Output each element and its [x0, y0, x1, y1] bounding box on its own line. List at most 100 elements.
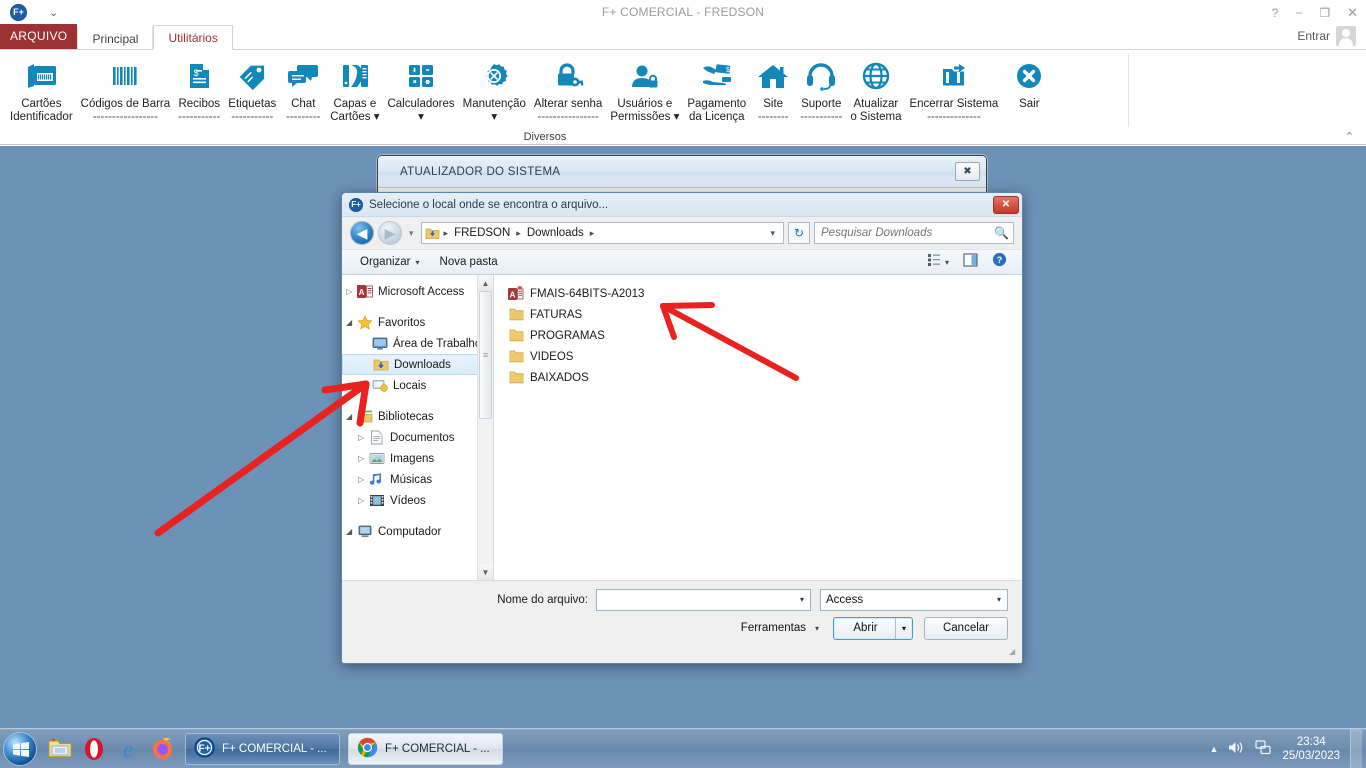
- taskbar-button-chrome[interactable]: F+ COMERCIAL - ...: [348, 732, 503, 765]
- sign-in-link[interactable]: Entrar: [1297, 29, 1330, 43]
- scroll-down-icon[interactable]: ▼: [478, 564, 493, 580]
- close-icon[interactable]: ✕: [1347, 5, 1358, 21]
- ribbon-label-line2: ▾: [491, 111, 498, 123]
- resize-grip[interactable]: ◢: [1009, 647, 1019, 657]
- filetype-select[interactable]: Access ▾: [820, 588, 1008, 611]
- file-list-item[interactable]: VIDEOS: [504, 346, 1022, 367]
- chevron-right-icon[interactable]: ▷: [358, 433, 369, 442]
- breadcrumb-fredson[interactable]: FREDSON: [452, 226, 512, 240]
- start-button[interactable]: [3, 731, 37, 766]
- open-split-caret-icon[interactable]: ▾: [895, 617, 912, 639]
- nav-item-musicas[interactable]: ▷ Músicas: [342, 469, 493, 490]
- nav-item-videos[interactable]: ▷ Vídeos: [342, 490, 493, 511]
- clock[interactable]: 23:34 25/03/2023: [1282, 735, 1340, 763]
- chevron-right-icon[interactable]: ▷: [358, 475, 369, 484]
- internet-explorer-icon[interactable]: e: [113, 733, 143, 765]
- filename-input[interactable]: ▾: [596, 588, 811, 611]
- back-button[interactable]: ◀: [350, 221, 374, 245]
- dialog-close-button[interactable]: ✕: [993, 195, 1019, 214]
- scrollbar-thumb[interactable]: [479, 291, 492, 419]
- ribbon-button-etiquetas[interactable]: Etiquetas -----------: [224, 54, 280, 124]
- ribbon: Cartões Identificador Códigos de Barra -…: [0, 50, 1366, 145]
- chevron-down-icon[interactable]: ◢: [346, 412, 357, 421]
- speaker-icon[interactable]: [1228, 740, 1245, 758]
- file-list-item[interactable]: PROGRAMAS: [504, 325, 1022, 346]
- nav-item-downloads[interactable]: Downloads: [342, 354, 489, 375]
- tab-principal[interactable]: Principal: [77, 26, 154, 50]
- help-button[interactable]: ?: [985, 252, 1014, 272]
- tab-arquivo[interactable]: ARQUIVO: [0, 24, 78, 49]
- chevron-down-icon[interactable]: ◢: [346, 318, 357, 327]
- ribbon-button-sair[interactable]: Sair: [1006, 54, 1052, 111]
- collapse-ribbon-icon[interactable]: ⌃: [1345, 130, 1354, 143]
- refresh-button[interactable]: ↻: [788, 222, 810, 244]
- tools-button[interactable]: Ferramentas ▾: [741, 622, 833, 634]
- ribbon-button-chat[interactable]: Chat ---------: [280, 54, 326, 124]
- forward-button[interactable]: ▶: [378, 221, 402, 245]
- ribbon-button-recibos[interactable]: $ Recibos -----------: [174, 54, 224, 124]
- ribbon-button-atualizar-o-sistema[interactable]: Atualizar o Sistema: [846, 54, 905, 124]
- scroll-up-icon[interactable]: ▲: [478, 275, 493, 291]
- taskbar-button-fplus[interactable]: F+ F+ COMERCIAL - ...: [185, 732, 340, 765]
- firefox-icon[interactable]: [147, 733, 177, 765]
- updater-close-button[interactable]: ✖: [955, 162, 980, 181]
- new-folder-button[interactable]: Nova pasta: [430, 256, 508, 268]
- ribbon-button-alterar-senha[interactable]: Alterar senha ----------------: [530, 54, 606, 124]
- open-button[interactable]: Abrir ▾: [833, 616, 913, 640]
- nav-item-microsoft-access[interactable]: ▷ A Microsoft Access: [342, 281, 493, 302]
- restore-icon[interactable]: ❐: [1319, 6, 1330, 20]
- search-input[interactable]: [821, 227, 995, 239]
- ribbon-button-codigos-de-barra[interactable]: Códigos de Barra -----------------: [77, 54, 175, 124]
- opera-icon[interactable]: [79, 733, 109, 765]
- help-icon[interactable]: ?: [1272, 6, 1279, 20]
- file-list-item[interactable]: FATURAS: [504, 304, 1022, 325]
- nav-item-imagens[interactable]: ▷ Imagens: [342, 448, 493, 469]
- show-desktop-button[interactable]: [1350, 728, 1362, 768]
- nav-item-label: Computador: [378, 525, 442, 538]
- ribbon-button-encerrar-sistema[interactable]: Encerrar Sistema --------------: [905, 54, 1002, 124]
- change-view-button[interactable]: ▾: [920, 253, 956, 272]
- chevron-down-icon[interactable]: ◢: [346, 527, 357, 536]
- avatar[interactable]: [1336, 26, 1356, 46]
- preview-pane-button[interactable]: [956, 252, 985, 272]
- ribbon-button-suporte[interactable]: Suporte -----------: [796, 54, 846, 124]
- ribbon-button-calculadores[interactable]: Calculadores ▾: [383, 54, 458, 124]
- tag-icon: [235, 56, 269, 96]
- chevron-right-icon[interactable]: ▷: [346, 287, 357, 296]
- organize-button[interactable]: Organizar ▾: [350, 256, 430, 268]
- nav-item-bibliotecas[interactable]: ◢ Bibliotecas: [342, 406, 493, 427]
- file-list-item[interactable]: A FMAIS-64BITS-A2013: [504, 283, 1022, 304]
- ribbon-button-cartoes-identificador[interactable]: Cartões Identificador: [6, 54, 77, 124]
- nav-item-locais[interactable]: Locais: [342, 375, 493, 396]
- file-list-pane[interactable]: A FMAIS-64BITS-A2013 FATURAS PROGRAMAS V…: [494, 275, 1022, 580]
- nav-item-area-de-trabalho[interactable]: Área de Trabalho: [342, 333, 493, 354]
- address-bar[interactable]: ▸ FREDSON ▸ Downloads ▸ ▾: [420, 222, 784, 244]
- chevron-right-icon[interactable]: ▷: [358, 496, 369, 505]
- ribbon-divider-dashes: -----------: [800, 111, 843, 123]
- tab-utilitarios[interactable]: Utilitários: [153, 25, 233, 50]
- nav-item-computador[interactable]: ◢ Computador: [342, 521, 493, 542]
- ribbon-button-site[interactable]: Site --------: [750, 54, 796, 124]
- ribbon-button-pagamento-da-licenca[interactable]: $ Pagamento da Licença: [683, 54, 750, 124]
- access-icon: A: [357, 284, 373, 299]
- minimize-icon[interactable]: −: [1295, 6, 1302, 20]
- show-hidden-icons[interactable]: ▲: [1210, 744, 1219, 754]
- network-icon[interactable]: [1255, 739, 1272, 758]
- cancel-button[interactable]: Cancelar: [924, 616, 1008, 640]
- chevron-right-icon[interactable]: ▷: [358, 454, 369, 463]
- chevron-down-icon[interactable]: ▾: [993, 595, 1005, 604]
- nav-item-favoritos[interactable]: ◢ Favoritos: [342, 312, 493, 333]
- nav-item-documentos[interactable]: ▷ Documentos: [342, 427, 493, 448]
- ribbon-button-capas-e-cartoes[interactable]: Capas e Cartões ▾: [326, 54, 383, 124]
- address-dropdown-icon[interactable]: ▾: [764, 228, 781, 239]
- chevron-down-icon[interactable]: ▾: [796, 595, 808, 604]
- breadcrumb-downloads[interactable]: Downloads: [525, 226, 586, 240]
- folder-icon: [508, 370, 525, 385]
- ribbon-button-manutencao[interactable]: Manutenção ▾: [459, 54, 530, 124]
- navigation-pane-scrollbar[interactable]: ▲ ▼: [477, 275, 493, 580]
- search-box[interactable]: 🔍: [814, 222, 1014, 244]
- recent-locations-icon[interactable]: ▾: [406, 228, 417, 239]
- file-list-item[interactable]: BAIXADOS: [504, 367, 1022, 388]
- ribbon-button-usuarios-e-permissoes[interactable]: Usuários e Permissões ▾: [606, 54, 683, 124]
- explorer-icon[interactable]: [45, 733, 75, 765]
